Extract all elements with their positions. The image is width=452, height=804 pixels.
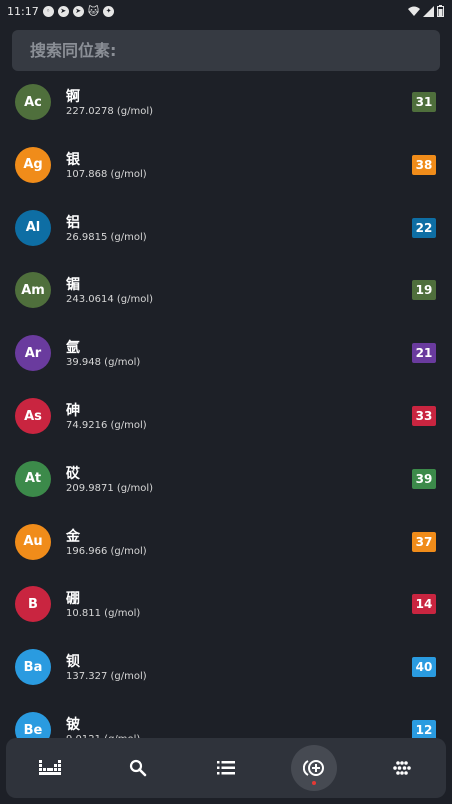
element-symbol-avatar: Al (15, 209, 51, 246)
element-mass: 196.966 (g/mol) (66, 545, 147, 557)
isotope-count-badge: 40 (412, 657, 436, 678)
element-symbol-avatar: Ar (15, 335, 51, 372)
telegram-icon: ➤ (57, 5, 69, 17)
element-name: 锕 (66, 89, 80, 105)
list-icon (217, 761, 235, 775)
isotope-count-badge: 33 (412, 406, 436, 426)
periodic-table-icon (39, 760, 61, 775)
search-input[interactable] (30, 41, 440, 60)
isotope-icon (303, 760, 324, 776)
element-symbol-avatar: B (15, 586, 51, 623)
element-row[interactable]: B 硼 10.811 (g/mol) 14 (0, 573, 452, 635)
isotope-count-badge: 14 (412, 594, 436, 615)
element-symbol-avatar: Ba (15, 649, 51, 686)
element-mass: 227.0278 (g/mol) (66, 106, 154, 117)
status-left: 11:17 ◦ ➤ ➤ 🐱 ✦ (7, 4, 115, 18)
isotope-count-badge: 19 (412, 280, 436, 301)
element-name: 硼 (66, 591, 80, 608)
element-row[interactable]: Am 镅 243.0614 (g/mol) 19 (0, 259, 452, 321)
nav-search[interactable] (115, 745, 161, 791)
element-mass: 74.9216 (g/mol) (66, 420, 147, 431)
nav-list[interactable] (203, 745, 249, 791)
element-row[interactable]: Al 铝 26.9815 (g/mol) 22 (0, 197, 452, 259)
element-row[interactable]: Au 金 196.966 (g/mol) 37 (0, 511, 452, 573)
status-time: 11:17 (7, 4, 39, 18)
nav-periodic-table[interactable] (27, 745, 73, 791)
element-row[interactable]: Ag 银 107.868 (g/mol) 38 (0, 134, 452, 196)
element-mass: 243.0614 (g/mol) (66, 294, 154, 306)
status-bar: 11:17 ◦ ➤ ➤ 🐱 ✦ (0, 0, 452, 22)
element-mass: 26.9815 (g/mol) (66, 231, 147, 243)
element-symbol-avatar: Ag (15, 146, 51, 183)
isotope-count-badge: 37 (412, 531, 436, 552)
element-symbol-avatar: Ac (15, 84, 51, 120)
isotope-count-badge: 38 (412, 154, 436, 175)
signal-icon (423, 5, 434, 17)
element-row[interactable]: Ac 锕 227.0278 (g/mol) 31 (0, 71, 452, 133)
isotope-count-badge: 21 (412, 343, 436, 364)
isotope-count-badge: 22 (412, 217, 436, 238)
search-bar[interactable] (12, 30, 440, 71)
telegram-icon: ➤ (72, 5, 84, 17)
element-name: 银 (66, 151, 80, 168)
element-symbol-avatar: Am (15, 272, 51, 309)
element-mass: 107.868 (g/mol) (66, 168, 147, 180)
nav-isotopes[interactable] (291, 745, 337, 791)
element-mass: 10.811 (g/mol) (66, 608, 141, 620)
isotope-count-badge: 31 (412, 92, 436, 112)
element-name: 镅 (66, 277, 80, 294)
element-name: 钡 (66, 654, 80, 671)
element-row[interactable]: As 砷 74.9216 (g/mol) 33 (0, 385, 452, 447)
element-name: 铝 (66, 214, 80, 231)
nav-more[interactable] (379, 745, 425, 791)
element-name: 金 (66, 528, 80, 545)
element-mass: 39.948 (g/mol) (66, 357, 141, 369)
notification-icon: ◦ (42, 5, 54, 17)
element-symbol-avatar: Be (15, 712, 51, 739)
wifi-icon (408, 6, 420, 16)
more-icon (393, 761, 411, 775)
element-list[interactable]: Ac 锕 227.0278 (g/mol) 31 Ag 银 107.868 (g/mol) 3… (0, 71, 452, 739)
app-icon: ✦ (103, 5, 115, 17)
element-row[interactable]: At 砹 209.9871 (g/mol) 39 (0, 448, 452, 510)
battery-icon (437, 5, 444, 17)
element-name: 砹 (66, 465, 80, 482)
element-symbol-avatar: As (15, 398, 51, 434)
element-mass: 137.327 (g/mol) (66, 671, 147, 683)
element-symbol-avatar: At (15, 460, 51, 497)
active-indicator (312, 781, 316, 785)
element-symbol-avatar: Au (15, 523, 51, 560)
element-row[interactable]: Ba 钡 137.327 (g/mol) 40 (0, 636, 452, 698)
element-mass: 209.9871 (g/mol) (66, 482, 154, 494)
bottom-navigation (6, 738, 446, 798)
status-right (408, 5, 444, 17)
element-row[interactable]: Be铍9.0121 (g/mol)12 (0, 699, 452, 739)
isotope-count-badge: 12 (412, 720, 436, 739)
cat-icon: 🐱 (87, 4, 100, 18)
search-icon (129, 759, 147, 777)
isotope-count-badge: 39 (412, 468, 436, 489)
element-name: 铍 (66, 717, 80, 733)
element-name: 砷 (66, 403, 80, 419)
element-name: 氩 (66, 340, 80, 357)
element-row[interactable]: Ar 氩 39.948 (g/mol) 21 (0, 322, 452, 384)
